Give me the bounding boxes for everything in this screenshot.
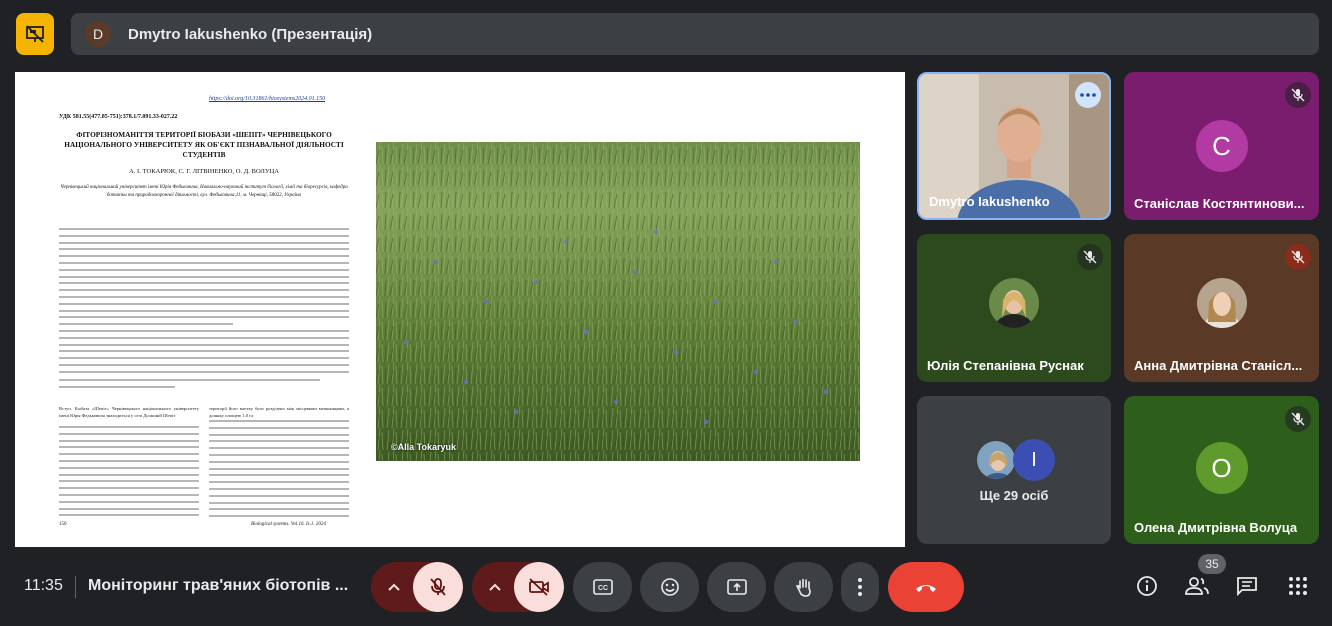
emoji-button[interactable] [640, 562, 699, 612]
microphone-control [371, 562, 463, 612]
presenter-title: Dmytro Iakushenko (Презентація) [128, 25, 373, 43]
meadow-photo: ©Alla Tokaryuk [376, 142, 860, 461]
mic-off-icon [1077, 244, 1103, 270]
mic-off-icon [1285, 244, 1311, 270]
more-vert-icon [858, 578, 862, 596]
raise-hand-button[interactable] [774, 562, 833, 612]
mic-off-icon [1285, 82, 1311, 108]
camera-off-icon [529, 578, 549, 596]
mic-toggle-button[interactable] [413, 562, 463, 612]
people-button[interactable] [1183, 572, 1211, 600]
participant-name: Станіслав Костянтинови... [1134, 196, 1305, 211]
divider [75, 576, 76, 598]
participant-name: Анна Дмитрівна Станісл... [1134, 358, 1303, 373]
chat-button[interactable] [1233, 572, 1261, 600]
present-button[interactable] [707, 562, 766, 612]
clock: 11:35 [24, 577, 63, 594]
participant-name: Юлія Степанівна Руснак [927, 358, 1084, 373]
shared-screen: https://doi.org/10.31861/biosystems2024.… [15, 72, 905, 547]
participant-tile-yulia[interactable]: Юлія Степанівна Руснак [917, 234, 1111, 382]
participant-avatar: C [1195, 120, 1248, 172]
participant-avatar [1196, 278, 1247, 328]
participant-name: Dmytro Iakushenko [929, 194, 1050, 209]
meeting-details-button[interactable] [1133, 572, 1161, 600]
call-controls-bar: 11:35 Моніторинг трав'яних біотопів ... … [0, 554, 1332, 616]
mic-off-icon [1285, 406, 1311, 432]
participant-avatar: O [1195, 442, 1248, 494]
paper-column-1: Вступ. Біобаза «Шепіт» Чернівецького нац… [59, 406, 199, 517]
mic-off-icon [430, 578, 446, 596]
more-options-button[interactable] [841, 562, 879, 612]
people-count-badge: 35 [1198, 554, 1226, 574]
presentation-icon[interactable] [16, 13, 54, 55]
participant-tile-anna[interactable]: Анна Дмитрівна Станісл... [1124, 234, 1319, 382]
camera-control [472, 562, 564, 612]
hand-icon [795, 578, 811, 597]
emoji-icon [660, 578, 679, 596]
participant-tile-stanislav[interactable]: C Станіслав Костянтинови... [1124, 72, 1319, 220]
participant-avatar [975, 439, 1017, 481]
paper-column-2: території його маєтку було розділено між… [209, 406, 349, 518]
paper-heading: ФІТОРІЗНОМАНІТТЯ ТЕРИТОРІЇ БІОБАЗИ «ШЕПІ… [64, 130, 344, 159]
people-icon [1185, 577, 1209, 595]
activities-button[interactable] [1284, 572, 1312, 600]
participant-tile-olena[interactable]: O Олена Дмитрівна Волуца [1124, 396, 1319, 544]
video-options-button[interactable] [472, 562, 518, 612]
paper-affiliation: Чернівецький національний університет ім… [60, 185, 348, 198]
paper-page-number: 150 [59, 522, 67, 527]
present-screen-icon [726, 579, 747, 595]
presentation-bar: D Dmytro Iakushenko (Презентація) [16, 13, 1319, 55]
chat-icon [1237, 577, 1257, 596]
audio-options-button[interactable] [371, 562, 417, 612]
others-tile[interactable]: I Ще 29 осіб [917, 396, 1111, 544]
more-options-icon[interactable] [1075, 82, 1101, 108]
presenter-pill: D Dmytro Iakushenko (Презентація) [71, 13, 1319, 55]
paper-udk: УДК 581.55(477.85-751):378.1/7.091.33-02… [59, 114, 178, 120]
meeting-title[interactable]: Моніторинг трав'яних біотопів ... [88, 577, 348, 595]
participant-avatar [989, 278, 1039, 328]
participant-avatar: I [1013, 439, 1055, 481]
captions-icon: CC [592, 579, 613, 595]
paper-abstract [59, 228, 349, 392]
end-call-icon [916, 585, 936, 592]
info-icon [1137, 576, 1157, 596]
captions-button[interactable]: CC [573, 562, 632, 612]
camera-toggle-button[interactable] [514, 562, 564, 612]
apps-grid-icon [1289, 577, 1307, 595]
more-participants-label: Ще 29 осіб [979, 488, 1049, 503]
paper-journal: Biological systems. Vol.16. Is.1. 2024 [251, 522, 326, 527]
paper-authors: А. І. ТОКАРЮК, С. Г. ЛІТВІНЕНКО, О. Д. В… [128, 168, 280, 175]
svg-text:CC: CC [597, 585, 607, 592]
participant-name: Олена Дмитрівна Волуца [1134, 520, 1298, 535]
photo-credit: ©Alla Tokaryuk [391, 442, 456, 452]
participant-tile-dmytro[interactable]: Dmytro Iakushenko [917, 72, 1111, 220]
leave-call-button[interactable] [888, 562, 964, 612]
presenter-avatar: D [85, 21, 111, 47]
paper-doi: https://doi.org/10.31861/biosystems2024.… [209, 96, 326, 102]
